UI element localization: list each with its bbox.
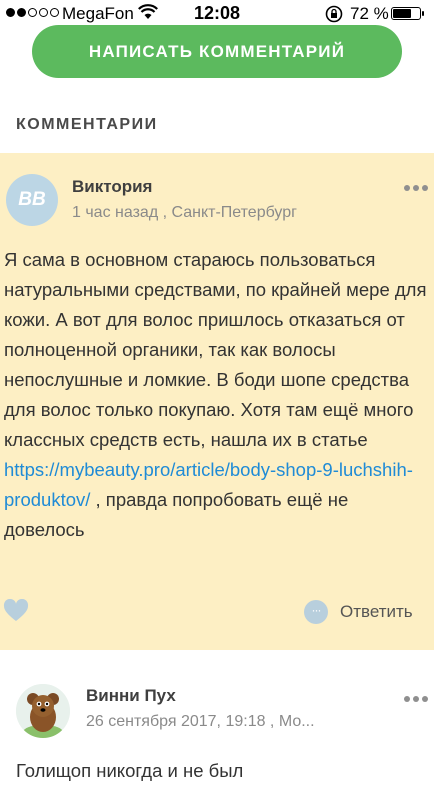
- reply-button[interactable]: Ответить: [340, 602, 413, 622]
- comment-card: ВВ Виктория 1 час назад , Санкт-Петербур…: [0, 153, 434, 650]
- carrier-name: MegaFon: [62, 4, 134, 23]
- comment-text: Я сама в основном стараюсь пользоваться …: [4, 245, 430, 545]
- write-comment-button[interactable]: НАПИСАТЬ КОММЕНТАРИЙ: [32, 25, 402, 78]
- more-options-icon[interactable]: [404, 185, 428, 191]
- comment-meta: 26 сентября 2017, 19:18 , Мо...: [86, 713, 315, 730]
- status-bar: MegaFon 12:08 72 %: [0, 0, 434, 28]
- battery-icon: [391, 7, 424, 20]
- wifi-icon: [138, 4, 158, 25]
- comments-section-title: КОММЕНТАРИИ: [16, 116, 158, 133]
- bear-avatar-icon: [16, 684, 70, 738]
- comment-text-body: Я сама в основном стараюсь пользоваться …: [4, 249, 427, 450]
- avatar[interactable]: ВВ: [6, 174, 58, 226]
- more-options-icon[interactable]: [404, 696, 428, 702]
- comment-author[interactable]: Виктория: [72, 177, 152, 197]
- comment-text: Голищоп никогда и не был: [16, 760, 244, 781]
- comment-card: Винни Пух 26 сентября 2017, 19:18 , Мо..…: [0, 650, 434, 781]
- avatar[interactable]: [16, 684, 70, 738]
- battery-percent: 72 %: [350, 4, 389, 23]
- comment-meta: 1 час назад , Санкт-Петербург: [72, 204, 297, 221]
- like-heart-icon[interactable]: [3, 598, 29, 628]
- reply-icon[interactable]: [304, 600, 328, 624]
- signal-strength-icon: [6, 8, 59, 17]
- comment-author[interactable]: Винни Пух: [86, 686, 176, 706]
